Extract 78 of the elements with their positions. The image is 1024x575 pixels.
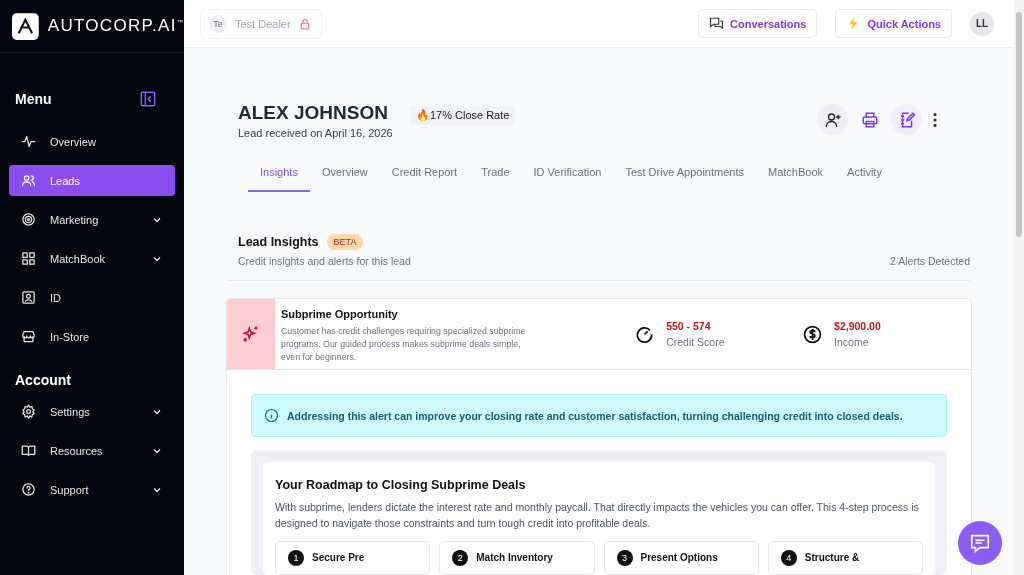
chat-button[interactable]: [958, 521, 1002, 565]
stat-label: Credit Score: [666, 336, 725, 348]
sidebar-item[interactable]: Overview: [9, 126, 175, 157]
step-number: 3: [616, 549, 633, 566]
book-icon: [21, 443, 36, 458]
step-number: 1: [288, 549, 304, 566]
dollar-icon: [803, 324, 823, 344]
tab[interactable]: Credit Report: [379, 159, 470, 192]
step-card[interactable]: 3 Present Options: [603, 540, 759, 575]
tab[interactable]: Test Drive Appointments: [613, 159, 756, 192]
add-user-icon: [823, 110, 842, 129]
step-title: Structure &: [804, 552, 860, 564]
brand-name: AUTOCORP.AI$^{™}$: [47, 16, 184, 36]
tab[interactable]: MatchBook: [756, 159, 836, 192]
section-title: Menu: [15, 91, 52, 107]
tab[interactable]: ID Verification: [521, 159, 614, 192]
chat-icon: [709, 16, 724, 31]
gauge-icon: [635, 324, 655, 344]
more-icon: [932, 110, 938, 129]
lock-icon: [298, 17, 311, 30]
notes-button[interactable]: [891, 104, 922, 135]
sidebar-item[interactable]: Support: [9, 474, 175, 505]
sparkle-icon: [241, 324, 261, 344]
conversations-button[interactable]: Conversations: [698, 9, 818, 38]
sidebar-item[interactable]: Resources: [9, 435, 175, 466]
dealer-selector[interactable]: Te Test Dealer: [200, 8, 322, 39]
chat-icon: [969, 532, 991, 554]
step-title: Present Options: [640, 552, 718, 564]
grid-icon: [21, 251, 36, 266]
step-card[interactable]: 4 Structure &: [767, 540, 923, 575]
step-number: 4: [780, 549, 797, 566]
roadmap-description: With subprime, lenders dictate the interest rate and monthly paycall. That directly impacts the vehicles you can offer. This 4-step process is designed to navigate those constraints and turn tough credit into profitable deals.: [275, 500, 920, 532]
sidebar-item[interactable]: Leads: [9, 165, 175, 196]
quick-actions-button[interactable]: Quick Actions: [835, 9, 952, 38]
sidebar-item[interactable]: ID: [9, 282, 175, 313]
lead-received-date: Lead received on April 16, 2026: [238, 127, 394, 139]
collapse-sidebar-icon[interactable]: [140, 91, 156, 107]
settings-icon: [21, 404, 36, 419]
alert-description: Customer has credit challenges requiring specialized subprime programs. Our guided process makes subprime deals simple, even for beginners.: [281, 325, 527, 364]
section-subtitle: Credit insights and alerts for this lead: [238, 255, 411, 267]
section-title: Account: [15, 372, 71, 388]
store-icon: [21, 329, 36, 344]
alert-title: Subprime Opportunity: [281, 308, 398, 321]
step-title: Match Inventory: [476, 552, 553, 564]
step-card[interactable]: 2 Match Inventory: [439, 540, 595, 575]
alerts-count: 2 Alerts Detected: [890, 255, 970, 267]
target-icon: [21, 212, 36, 227]
stat-value: 550 - 574: [666, 320, 712, 332]
users-icon: [21, 173, 36, 188]
sidebar-item[interactable]: In-Store: [9, 321, 175, 352]
logo-icon: [12, 12, 39, 40]
id-card-icon: [21, 290, 36, 305]
tab[interactable]: Trade: [469, 159, 522, 192]
add-user-button[interactable]: [817, 104, 848, 135]
user-avatar[interactable]: LL: [970, 11, 994, 36]
sidebar-item[interactable]: Settings: [9, 396, 175, 427]
sidebar-item[interactable]: Marketing: [9, 204, 175, 235]
tab[interactable]: Overview: [309, 159, 380, 192]
tab[interactable]: Activity: [835, 159, 894, 192]
pulse-icon: [21, 134, 36, 149]
help-icon: [21, 482, 36, 497]
lead-name: ALEX JOHNSON: [238, 101, 388, 124]
sidebar-item[interactable]: MatchBook: [9, 243, 175, 274]
close-rate-badge: 🔥17% Close Rate: [409, 106, 516, 125]
step-title: Secure Pre: [312, 552, 365, 564]
step-number: 2: [452, 549, 469, 566]
step-card[interactable]: 1 Secure Pre: [275, 540, 431, 575]
scrollbar[interactable]: [1014, 0, 1024, 575]
dealer-avatar: Te: [209, 14, 227, 33]
roadmap-title: Your Roadmap to Closing Subprime Deals: [275, 478, 526, 492]
tab[interactable]: Insights: [248, 159, 310, 192]
section-title: Lead Insights: [238, 235, 319, 249]
stat-label: Income: [834, 336, 870, 348]
printer-icon: [860, 110, 879, 129]
beta-badge: BETA: [326, 234, 364, 250]
stat-value: $2,900.00: [834, 320, 881, 332]
info-text: Addressing this alert can improve your closing rate and customer satisfaction, turning challenging credit into closed deals.: [287, 409, 903, 422]
info-icon: [264, 408, 279, 423]
